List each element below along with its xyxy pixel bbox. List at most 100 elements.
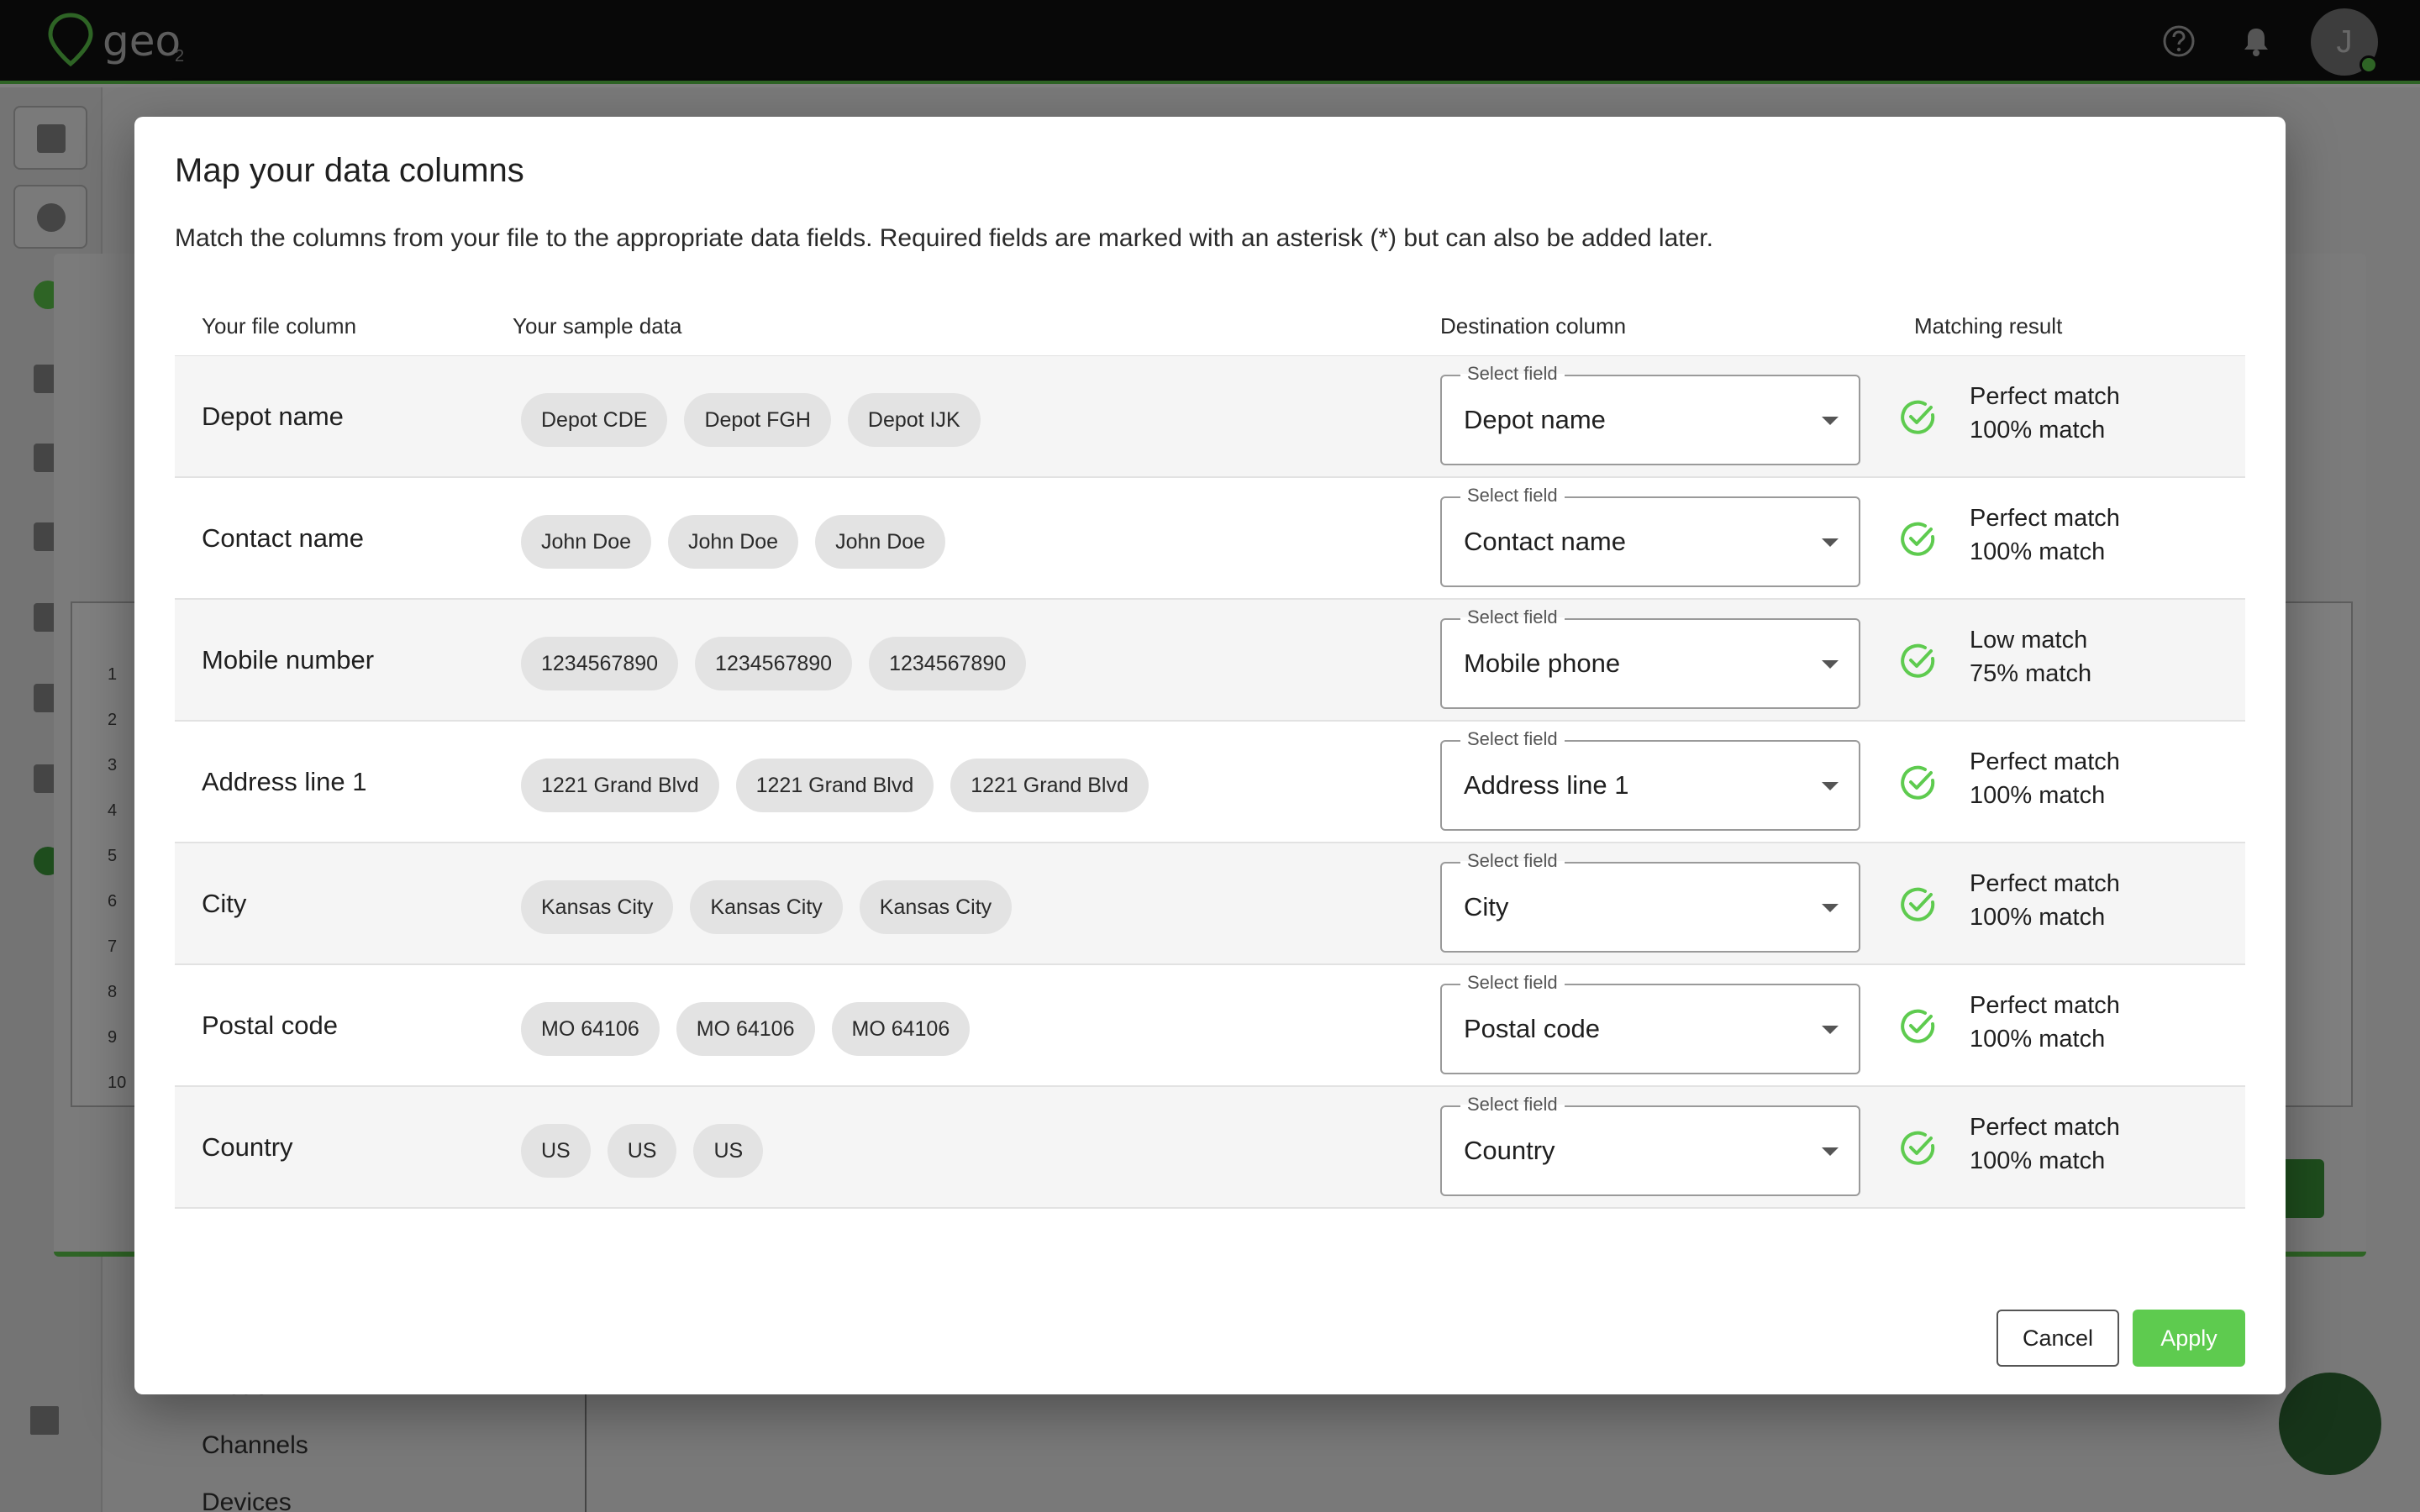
mapping-row: Country US US US Select field Country Pe…	[175, 1087, 2245, 1209]
select-value: Postal code	[1464, 1014, 1600, 1043]
file-column-name: Postal code	[202, 1011, 338, 1040]
destination-select[interactable]: Select field Depot name	[1440, 363, 1860, 465]
file-column-name: Mobile number	[202, 645, 375, 675]
match-label: Perfect match	[1970, 870, 2120, 897]
caret-down-icon	[1822, 904, 1839, 912]
matching-result: Perfect match 100% match	[1970, 745, 2120, 812]
sample-chip: US	[607, 1124, 677, 1178]
caret-down-icon	[1822, 417, 1839, 425]
sample-chips: MO 64106 MO 64106 MO 64106	[521, 1002, 971, 1056]
mapping-row: Contact name John Doe John Doe John Doe …	[175, 478, 2245, 600]
caret-down-icon	[1822, 1147, 1839, 1156]
match-percent: 100% match	[1970, 904, 2106, 931]
destination-select[interactable]: Select field Postal code	[1440, 972, 1860, 1074]
mapping-row: City Kansas City Kansas City Kansas City…	[175, 843, 2245, 965]
match-label: Perfect match	[1970, 505, 2120, 532]
select-label: Select field	[1460, 363, 1565, 385]
sample-chips: John Doe John Doe John Doe	[521, 515, 946, 569]
mapping-row: Mobile number 1234567890 1234567890 1234…	[175, 600, 2245, 722]
sample-chip: Depot CDE	[521, 393, 668, 447]
check-circle-icon	[1901, 765, 1935, 800]
match-percent: 100% match	[1970, 538, 2106, 565]
match-percent: 100% match	[1970, 1147, 2106, 1174]
sample-chip: 1234567890	[695, 637, 853, 690]
matching-result: Low match 75% match	[1970, 623, 2091, 690]
mapping-row: Postal code MO 64106 MO 64106 MO 64106 S…	[175, 965, 2245, 1087]
sample-chip: MO 64106	[831, 1002, 971, 1056]
sample-chip: John Doe	[815, 515, 946, 569]
header-sample-data: Your sample data	[513, 313, 682, 339]
sample-chip: 1234567890	[869, 637, 1027, 690]
select-value: Depot name	[1464, 405, 1606, 434]
table-header: Your file column Your sample data Destin…	[175, 303, 2245, 357]
select-value: Mobile phone	[1464, 648, 1621, 678]
apply-button[interactable]: Apply	[2133, 1310, 2245, 1367]
match-percent: 100% match	[1970, 782, 2106, 809]
destination-select[interactable]: Select field Mobile phone	[1440, 606, 1860, 709]
sample-chip: Depot IJK	[847, 393, 981, 447]
sample-chips: Kansas City Kansas City Kansas City	[521, 880, 1013, 934]
header-result: Matching result	[1914, 313, 2063, 339]
select-label: Select field	[1460, 728, 1565, 750]
matching-result: Perfect match 100% match	[1970, 867, 2120, 934]
sample-chips: Depot CDE Depot FGH Depot IJK	[521, 393, 981, 447]
check-circle-icon	[1901, 643, 1935, 678]
sample-chip: MO 64106	[676, 1002, 815, 1056]
caret-down-icon	[1822, 782, 1839, 790]
select-label: Select field	[1460, 972, 1565, 994]
select-label: Select field	[1460, 485, 1565, 507]
select-label: Select field	[1460, 606, 1565, 628]
sample-chip: 1221 Grand Blvd	[521, 759, 719, 812]
matching-result: Perfect match 100% match	[1970, 501, 2120, 569]
select-label: Select field	[1460, 1094, 1565, 1116]
file-column-name: Address line 1	[202, 767, 367, 796]
sample-chip: Kansas City	[690, 880, 843, 934]
sample-chip: 1221 Grand Blvd	[735, 759, 934, 812]
sample-chip: Depot FGH	[684, 393, 831, 447]
match-label: Perfect match	[1970, 992, 2120, 1019]
check-circle-icon	[1901, 1131, 1935, 1165]
matching-result: Perfect match 100% match	[1970, 989, 2120, 1056]
sample-chip: John Doe	[521, 515, 652, 569]
sample-chip: Kansas City	[521, 880, 674, 934]
matching-result: Perfect match 100% match	[1970, 1110, 2120, 1178]
sample-chips: 1221 Grand Blvd 1221 Grand Blvd 1221 Gra…	[521, 759, 1149, 812]
sample-chips: 1234567890 1234567890 1234567890	[521, 637, 1027, 690]
select-value: City	[1464, 892, 1509, 921]
check-circle-icon	[1901, 522, 1935, 556]
sample-chip: US	[521, 1124, 591, 1178]
check-circle-icon	[1901, 887, 1935, 921]
destination-select[interactable]: Select field Country	[1440, 1094, 1860, 1196]
file-column-name: Contact name	[202, 523, 364, 553]
match-label: Perfect match	[1970, 748, 2120, 775]
file-column-name: City	[202, 889, 247, 918]
select-value: Country	[1464, 1136, 1555, 1165]
map-columns-dialog: Map your data columns Match the columns …	[134, 117, 2286, 1394]
check-circle-icon	[1901, 1009, 1935, 1043]
sample-chip: US	[693, 1124, 764, 1178]
destination-select[interactable]: Select field City	[1440, 850, 1860, 953]
check-circle-icon	[1901, 400, 1935, 434]
file-column-name: Country	[202, 1132, 293, 1162]
sample-chip: Kansas City	[859, 880, 1013, 934]
header-destination: Destination column	[1440, 313, 1627, 339]
file-column-name: Depot name	[202, 402, 344, 431]
dialog-title: Map your data columns	[175, 152, 524, 189]
caret-down-icon	[1822, 660, 1839, 669]
sample-chip: John Doe	[668, 515, 799, 569]
match-label: Perfect match	[1970, 1114, 2120, 1141]
match-percent: 100% match	[1970, 417, 2106, 444]
destination-select[interactable]: Select field Address line 1	[1440, 728, 1860, 831]
match-percent: 75% match	[1970, 660, 2092, 687]
cancel-button[interactable]: Cancel	[1996, 1310, 2119, 1367]
sample-chip: 1234567890	[521, 637, 679, 690]
mapping-row: Address line 1 1221 Grand Blvd 1221 Gran…	[175, 722, 2245, 843]
select-label: Select field	[1460, 850, 1565, 872]
sample-chip: 1221 Grand Blvd	[950, 759, 1149, 812]
caret-down-icon	[1822, 1026, 1839, 1034]
header-file-column: Your file column	[202, 313, 357, 339]
match-percent: 100% match	[1970, 1026, 2106, 1053]
match-label: Perfect match	[1970, 383, 2120, 410]
destination-select[interactable]: Select field Contact name	[1440, 485, 1860, 587]
caret-down-icon	[1822, 538, 1839, 547]
